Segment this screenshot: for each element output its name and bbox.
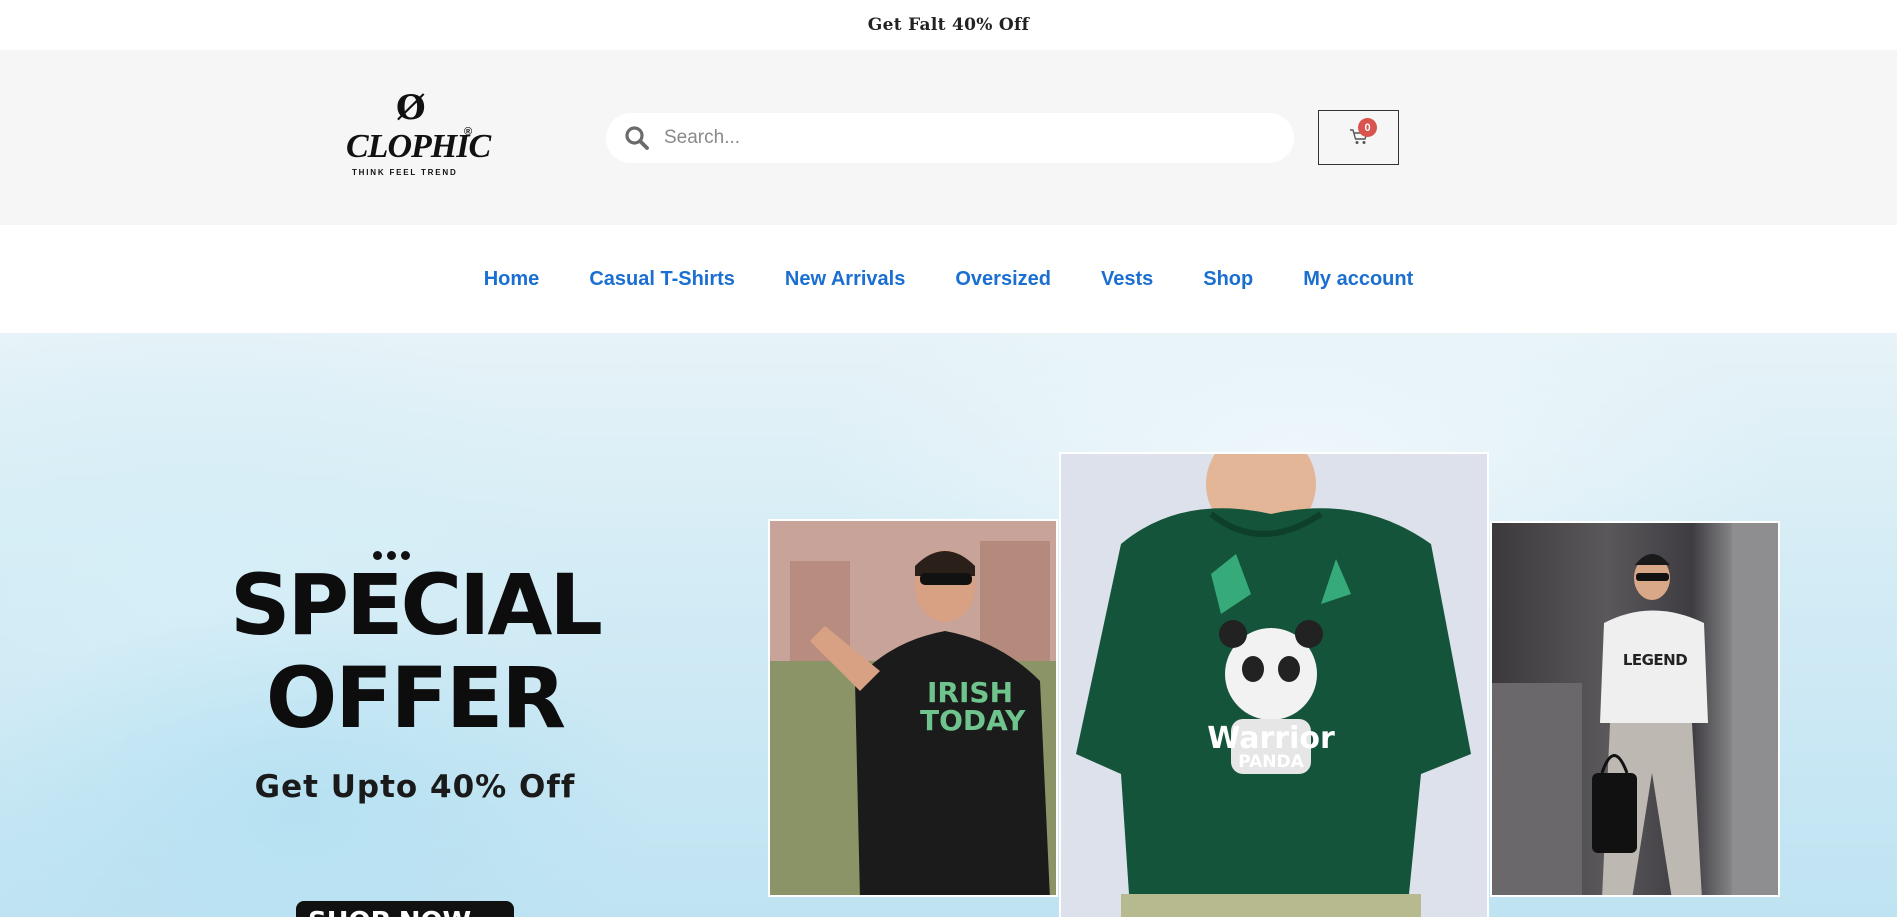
site-logo[interactable]: Ø CLOPHIC ® THINK FEEL TREND	[346, 88, 491, 188]
shirt-print-warrior-panda: Warrior PANDA	[1207, 721, 1335, 772]
product-photo-warrior-panda[interactable]: Warrior PANDA	[1059, 452, 1489, 917]
cart-count-badge: 0	[1358, 118, 1377, 137]
hero-banner[interactable]: SPECIAL OFFER Get Upto 40% Off SHOP NOW …	[0, 333, 1897, 917]
shirt-print-irish-today: IRISH TODAY	[920, 676, 1026, 737]
site-header: Ø CLOPHIC ® THINK FEEL TREND 0	[0, 50, 1897, 225]
nav-shop[interactable]: Shop	[1203, 268, 1253, 291]
hero-headline-special: SPECIAL	[230, 556, 603, 654]
hero-headline-offer: OFFER	[265, 649, 566, 747]
nav-casual-t-shirts[interactable]: Casual T-Shirts	[589, 268, 735, 291]
announcement-text: Get Falt 40% Off	[867, 15, 1030, 35]
product-photo-irish-today[interactable]: IRISH TODAY	[768, 519, 1058, 897]
main-nav: Home Casual T-Shirts New Arrivals Oversi…	[0, 225, 1897, 333]
nav-vests[interactable]: Vests	[1101, 268, 1153, 291]
shirt-print-legend: LEGEND	[1622, 651, 1688, 669]
search-bar	[606, 113, 1294, 163]
hero-subline: Get Upto 40% Off	[254, 769, 576, 805]
cart-button[interactable]: 0	[1318, 110, 1399, 165]
search-icon[interactable]	[624, 125, 650, 151]
model-illustration	[1492, 523, 1778, 895]
logo-registered: ®	[464, 126, 473, 138]
nav-home[interactable]: Home	[484, 268, 540, 291]
announcement-bar: Get Falt 40% Off	[0, 0, 1897, 50]
shop-now-button[interactable]: SHOP NOW	[296, 901, 514, 917]
nav-oversized[interactable]: Oversized	[955, 268, 1051, 291]
logo-tagline: THINK FEEL TREND	[352, 168, 458, 177]
nav-my-account[interactable]: My account	[1303, 268, 1413, 291]
logo-mark: Ø	[396, 88, 426, 128]
product-photo-legend[interactable]: LEGEND	[1490, 521, 1780, 897]
search-input[interactable]	[664, 127, 1264, 149]
nav-new-arrivals[interactable]: New Arrivals	[785, 268, 905, 291]
model-illustration	[1076, 454, 1471, 917]
